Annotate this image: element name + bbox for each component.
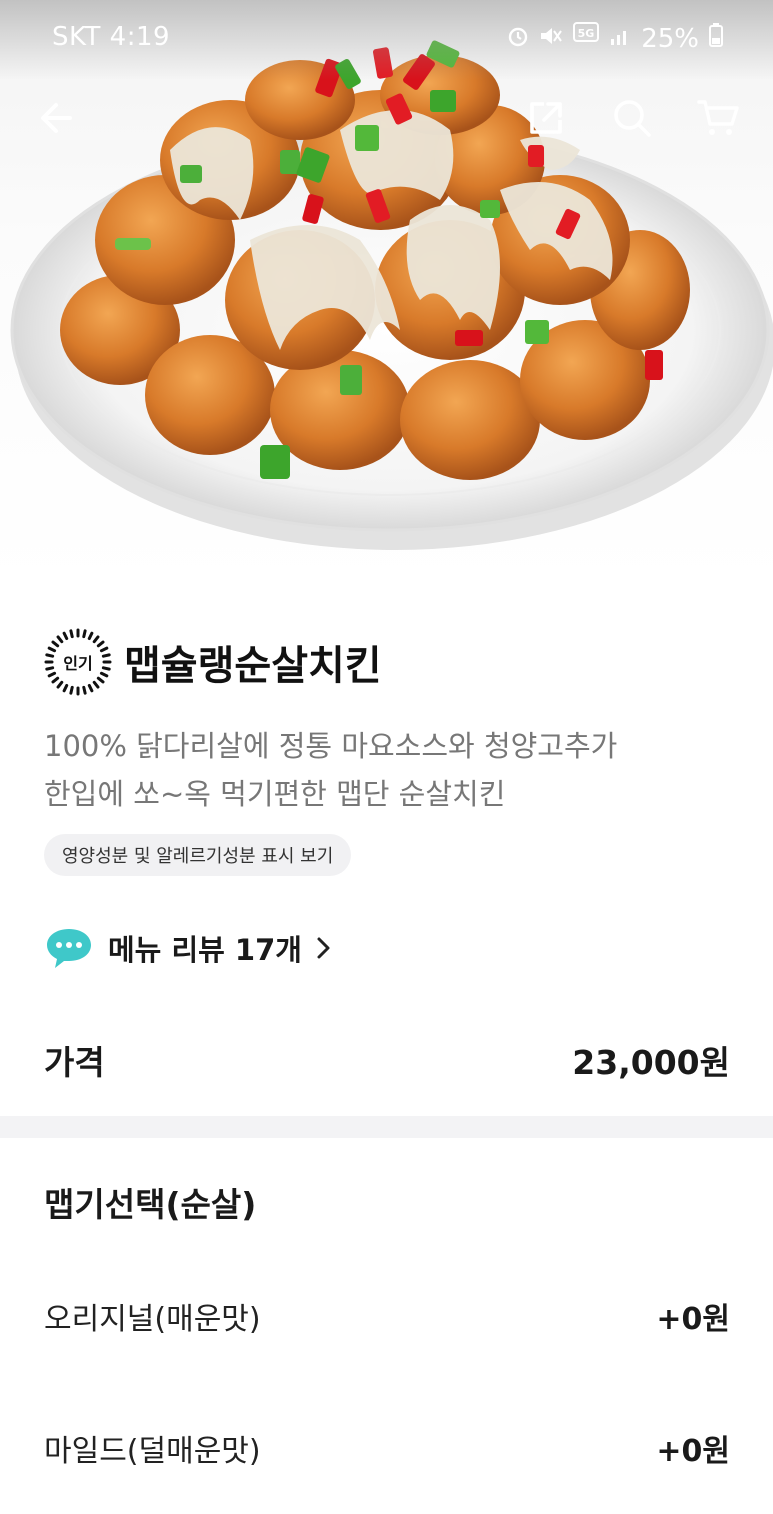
product-description: 100% 닭다리살에 정통 마요소스와 청양고추가 한입에 쏘~옥 먹기편한 맵… [44,722,734,818]
share-icon [530,102,562,134]
share-button[interactable] [518,90,574,146]
battery-percent: 25% [641,23,699,54]
back-button[interactable] [28,90,84,146]
signal-icon [609,24,631,54]
speech-bubble-icon [47,929,91,968]
section-divider [0,1116,773,1138]
product-title: 맵슐랭순살치킨 [124,643,382,689]
alarm-icon [507,24,529,54]
price-row: 가격 23,000원 [44,1030,730,1090]
carrier-time: SKT 4:19 [52,22,171,52]
description-line: 한입에 쏘~옥 먹기편한 맵단 순살치킨 [44,777,506,811]
product-title-row: 인기 맵슐랭순살치킨 [44,628,382,696]
chevron-right-icon [317,937,330,959]
popular-badge: 인기 [44,628,112,696]
option-price: +0원 [656,1434,730,1469]
price-value: 23,000원 [572,1043,730,1082]
price-label: 가격 [44,1043,105,1082]
option-name: 마일드(덜매운맛) [44,1434,261,1469]
status-icons: 5G 25% [507,22,723,55]
arrow-left-icon [41,103,72,133]
svg-text:5G: 5G [578,27,595,40]
search-icon [614,100,651,137]
chicken-plate-illustration [0,0,773,550]
top-nav [0,90,773,150]
product-image: SKT 4:19 5G 25% [0,0,773,590]
description-line: 100% 닭다리살에 정통 마요소스와 청양고추가 [44,729,618,763]
spice-option-title: 맵기선택(순살) [44,1185,257,1224]
search-button[interactable] [604,90,660,146]
popular-badge-label: 인기 [63,654,93,673]
mute-icon [539,24,563,54]
option-name: 오리지널(매운맛) [44,1302,261,1337]
network-5g-icon: 5G [573,22,600,55]
menu-review-label: 메뉴 리뷰 17개 [108,933,302,967]
battery-charging-icon [709,23,723,54]
cart-icon [697,100,739,135]
nutrition-allergy-button[interactable]: 영양성분 및 알레르기성분 표시 보기 [44,834,352,876]
option-item-original[interactable]: 오리지널(매운맛) +0원 [44,1286,730,1346]
option-price: +0원 [656,1302,730,1337]
option-item-mild[interactable]: 마일드(덜매운맛) +0원 [44,1418,730,1478]
cart-button[interactable] [690,90,746,146]
status-bar: SKT 4:19 5G 25% [0,0,773,76]
menu-review-link[interactable]: 메뉴 리뷰 17개 [44,920,332,976]
